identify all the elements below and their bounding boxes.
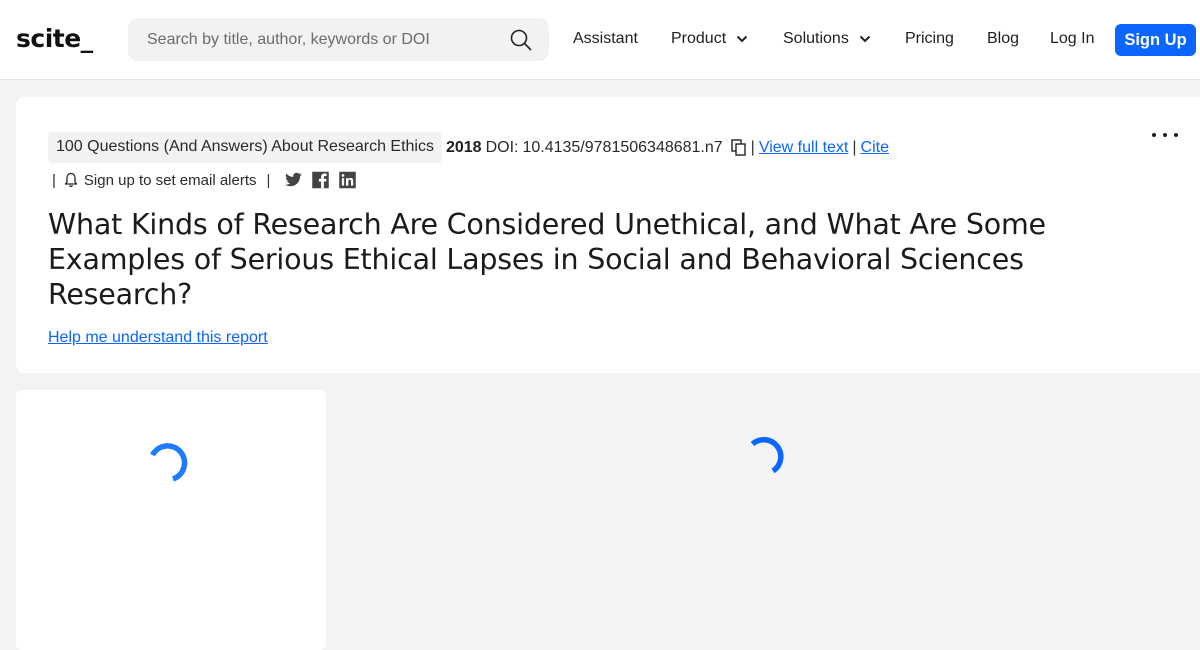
bell-icon <box>64 172 78 188</box>
alerts-and-share-row: | Sign up to set email alerts | <box>52 171 357 189</box>
nav-assistant-label: Assistant <box>573 30 638 47</box>
search-icon[interactable] <box>509 28 533 52</box>
view-full-text-link[interactable]: View full text <box>759 139 849 157</box>
search-input[interactable] <box>128 30 488 49</box>
loading-spinner-icon <box>150 443 188 482</box>
cite-link[interactable]: Cite <box>861 139 889 157</box>
publication-year: 2018 <box>445 138 482 156</box>
twitter-icon[interactable] <box>284 171 303 189</box>
facebook-icon[interactable] <box>311 171 330 189</box>
top-navigation-bar: scite_ Assistant Product Solutions Prici… <box>0 0 1200 80</box>
chevron-down-icon <box>736 35 748 43</box>
report-card: 100 Questions (And Answers) About Resear… <box>16 97 1200 373</box>
dot-icon <box>1152 133 1156 137</box>
nav-blog-label: Blog <box>987 30 1020 47</box>
journal-name[interactable]: 100 Questions (And Answers) About Resear… <box>48 132 442 163</box>
help-understand-report-link[interactable]: Help me understand this report <box>48 329 268 347</box>
scite-logo[interactable]: scite_ <box>16 24 93 53</box>
separator: | <box>266 171 271 189</box>
search-box[interactable] <box>128 18 549 61</box>
doi-value: 10.4135/9781506348681.n7 <box>522 138 723 156</box>
separator: | <box>750 138 755 156</box>
email-alerts-link[interactable]: Sign up to set email alerts <box>84 172 257 189</box>
sign-up-button[interactable]: Sign Up <box>1115 24 1196 56</box>
nav-pricing[interactable]: Pricing <box>905 30 954 48</box>
nav-product-label: Product <box>671 30 727 47</box>
doi-label: DOI: <box>485 138 519 156</box>
copy-icon[interactable] <box>730 139 747 156</box>
dot-icon <box>1163 133 1167 137</box>
nav-blog[interactable]: Blog <box>987 30 1019 48</box>
linkedin-icon[interactable] <box>338 171 357 189</box>
chevron-down-icon <box>859 35 871 43</box>
loading-spinner-icon <box>750 436 784 474</box>
publication-meta: 100 Questions (And Answers) About Resear… <box>48 132 889 163</box>
nav-pricing-label: Pricing <box>905 30 954 47</box>
nav-solutions-label: Solutions <box>783 30 849 47</box>
nav-product[interactable]: Product <box>671 30 748 48</box>
nav-login-label: Log In <box>1050 30 1095 47</box>
side-panel <box>16 390 326 650</box>
separator: | <box>52 171 56 189</box>
separator: | <box>852 138 857 156</box>
more-options-button[interactable] <box>1152 133 1178 141</box>
nav-assistant[interactable]: Assistant <box>573 30 638 48</box>
report-title: What Kinds of Research Are Considered Un… <box>48 208 1046 311</box>
nav-solutions[interactable]: Solutions <box>783 30 871 48</box>
nav-login[interactable]: Log In <box>1050 30 1094 48</box>
dot-icon <box>1174 133 1178 137</box>
